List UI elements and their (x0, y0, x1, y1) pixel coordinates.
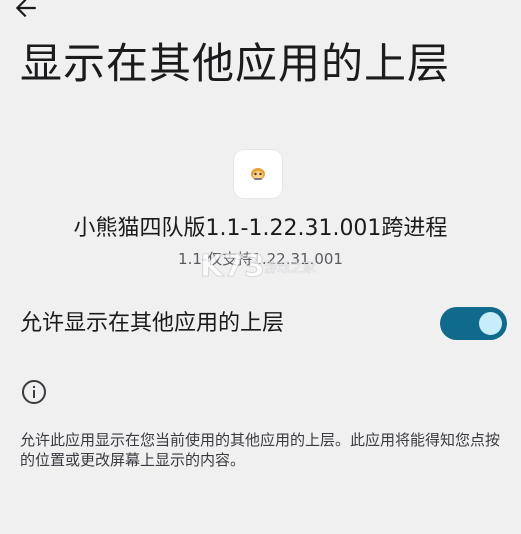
info-icon (22, 380, 46, 404)
toggle-thumb (479, 312, 502, 335)
back-button[interactable] (6, 0, 46, 22)
permission-description: 允许此应用显示在您当前使用的其他应用的上层。此应用将能得知您点按的位置或更改屏幕… (20, 431, 501, 469)
arrow-left-icon (15, 0, 36, 18)
allow-overlay-setting[interactable]: 允许显示在其他应用的上层 (0, 300, 521, 348)
page-title: 显示在其他应用的上层 (20, 39, 451, 88)
app-version: 1.1-仅支持1.22.31.001 (178, 250, 343, 268)
allow-overlay-label: 允许显示在其他应用的上层 (20, 311, 285, 336)
overlay-permission-screen: 显示在其他应用的上层 小熊猫四队版1.1-1.22.31.001跨进程 1.1-… (0, 0, 521, 534)
app-icon (234, 150, 282, 198)
allow-overlay-toggle[interactable] (440, 307, 507, 340)
panda-app-icon (251, 168, 265, 180)
app-name: 小熊猫四队版1.1-1.22.31.001跨进程 (73, 216, 448, 241)
